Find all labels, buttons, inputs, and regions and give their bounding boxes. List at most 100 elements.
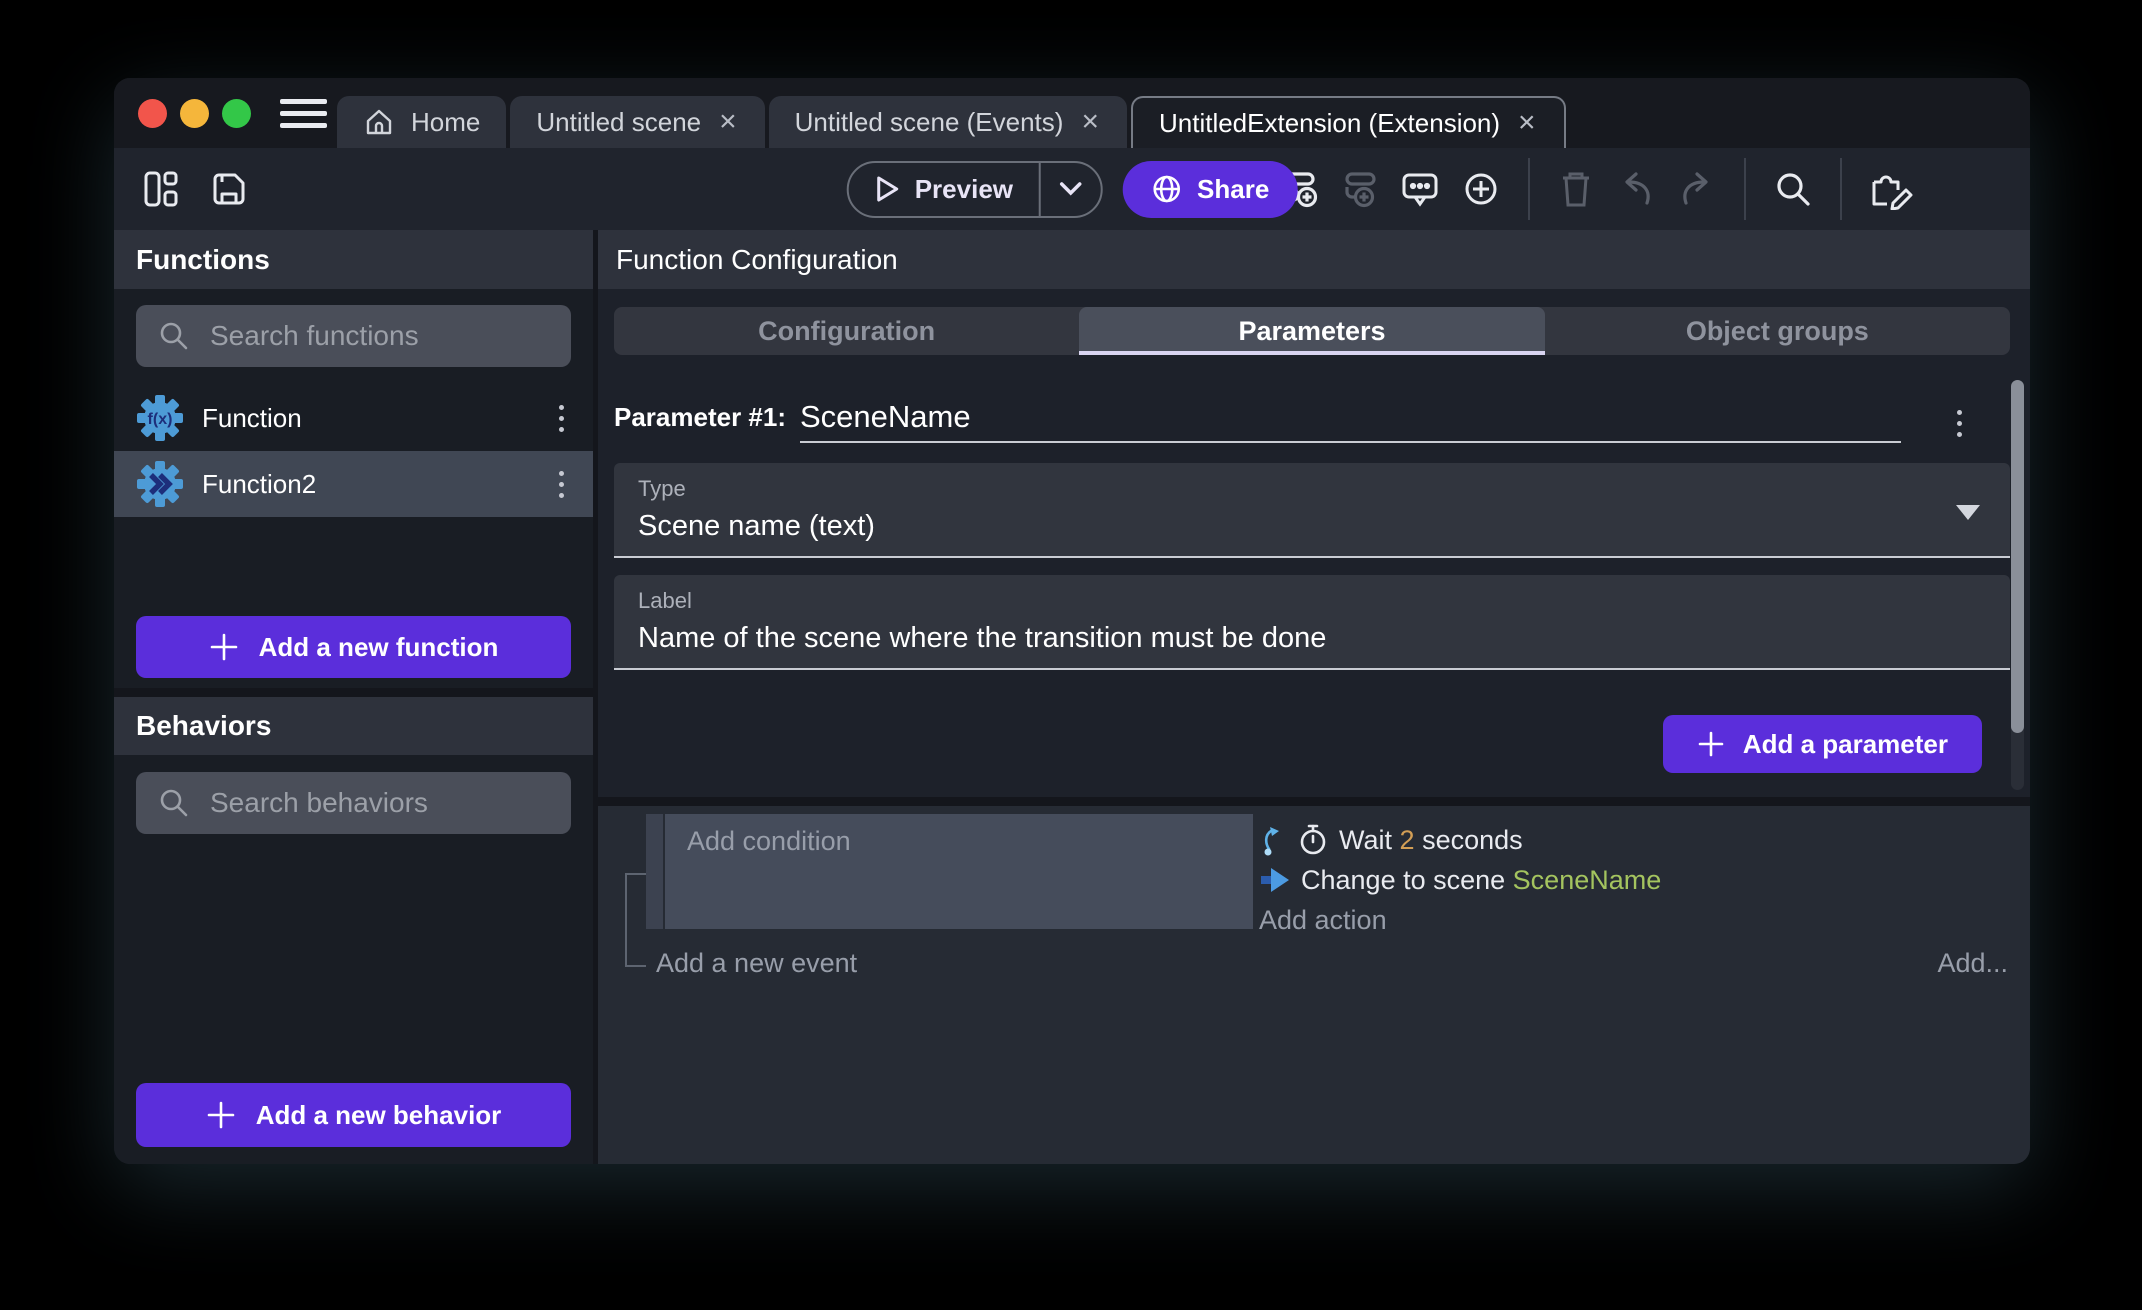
event-drag-handle[interactable]	[646, 814, 663, 929]
home-icon	[363, 106, 395, 138]
function-name: Function2	[202, 469, 531, 500]
event-block[interactable]: Add condition	[646, 814, 1253, 929]
add-element-icon[interactable]	[1461, 169, 1501, 209]
change-scene-action-row[interactable]: Change to scene SceneName	[1259, 860, 1661, 900]
preview-button[interactable]: Preview	[849, 174, 1039, 205]
plus-icon	[206, 1100, 236, 1130]
share-label: Share	[1197, 174, 1269, 205]
open-projects-panel-icon[interactable]	[140, 168, 182, 210]
dropdown-caret-icon	[1956, 505, 1980, 520]
parameter-label: Parameter #1:	[614, 402, 786, 443]
functions-panel: Search functions	[114, 289, 593, 688]
tab-bar: Home Untitled scene × Untitled scene (Ev…	[337, 96, 1566, 148]
tab-label: UntitledExtension (Extension)	[1159, 108, 1500, 139]
behaviors-title: Behaviors	[136, 710, 271, 742]
search-functions-input[interactable]: Search functions	[136, 305, 571, 367]
parameter-name-value: SceneName	[800, 399, 971, 435]
add-function-label: Add a new function	[259, 632, 499, 663]
search-icon[interactable]	[1773, 169, 1813, 209]
sidebar: Functions Search functions	[114, 230, 593, 1164]
divider	[1840, 158, 1842, 220]
actions-panel: Wait 2 seconds Change to scene SceneName…	[1259, 820, 1661, 940]
parameter-kebab-menu-icon[interactable]	[1947, 410, 1971, 437]
kebab-menu-icon[interactable]	[549, 405, 573, 432]
add-more-link[interactable]: Add...	[1937, 948, 2008, 979]
preview-options-button[interactable]	[1041, 181, 1101, 197]
tab-label: Home	[411, 107, 480, 138]
add-condition-link[interactable]: Add condition	[687, 826, 851, 856]
type-select[interactable]: Type Scene name (text)	[614, 463, 2010, 558]
search-icon	[158, 320, 190, 352]
share-button[interactable]: Share	[1123, 161, 1297, 218]
divider	[1744, 158, 1746, 220]
function-list-item[interactable]: f(x) Function	[114, 385, 593, 451]
tab-home[interactable]: Home	[337, 96, 506, 148]
close-window-button[interactable]	[138, 99, 167, 128]
tab-configuration[interactable]: Configuration	[614, 307, 1079, 355]
add-function-button[interactable]: Add a new function	[136, 616, 571, 678]
function-list-item-selected[interactable]: Function2	[114, 451, 593, 517]
close-tab-icon[interactable]: ×	[1516, 108, 1538, 138]
add-parameter-label: Add a parameter	[1743, 729, 1948, 760]
behaviors-panel: Search behaviors Add a new behavior	[114, 755, 593, 1164]
functions-title: Functions	[136, 244, 270, 276]
toolbar: Preview Share	[114, 148, 2030, 230]
main-menu-icon[interactable]	[280, 78, 327, 148]
delete-icon[interactable]	[1557, 169, 1595, 209]
tab-untitled-scene[interactable]: Untitled scene ×	[510, 96, 764, 148]
behaviors-panel-header: Behaviors	[114, 697, 593, 755]
save-icon[interactable]	[208, 168, 250, 210]
search-behaviors-placeholder: Search behaviors	[210, 787, 428, 819]
tab-untitled-scene-events[interactable]: Untitled scene (Events) ×	[769, 96, 1127, 148]
edit-extension-icon[interactable]	[1869, 168, 1913, 210]
label-label: Label	[638, 588, 1986, 614]
plus-icon	[209, 632, 239, 662]
divider	[598, 797, 2030, 806]
async-icon	[1259, 823, 1287, 857]
add-subevent-icon[interactable]	[1339, 169, 1379, 209]
function-icon: f(x)	[136, 394, 184, 442]
toolbar-left	[140, 168, 250, 210]
events-sheet: Add condition	[598, 806, 2030, 1164]
minimize-window-button[interactable]	[180, 99, 209, 128]
tab-untitled-extension[interactable]: UntitledExtension (Extension) ×	[1131, 96, 1566, 148]
add-comment-icon[interactable]	[1400, 169, 1440, 209]
scrollbar-thumb[interactable]	[2011, 380, 2024, 733]
tab-label: Untitled scene (Events)	[795, 107, 1064, 138]
globe-icon	[1151, 173, 1183, 205]
screen: Home Untitled scene × Untitled scene (Ev…	[0, 0, 2142, 1310]
redo-icon[interactable]	[1677, 170, 1717, 208]
conditions-panel[interactable]: Add condition	[665, 814, 1253, 929]
close-tab-icon[interactable]: ×	[717, 107, 739, 137]
type-label: Type	[638, 476, 1986, 502]
titlebar: Home Untitled scene × Untitled scene (Ev…	[114, 78, 2030, 148]
wait-action-row[interactable]: Wait 2 seconds	[1259, 820, 1661, 860]
window-controls	[138, 78, 251, 148]
parameter-name-input[interactable]: SceneName	[800, 399, 1901, 443]
scrollbar-track[interactable]	[2011, 380, 2024, 790]
tab-label: Untitled scene	[536, 107, 701, 138]
search-behaviors-input[interactable]: Search behaviors	[136, 772, 571, 834]
add-behavior-button[interactable]: Add a new behavior	[136, 1083, 571, 1147]
tab-parameters[interactable]: Parameters	[1079, 307, 1544, 355]
add-parameter-button[interactable]: Add a parameter	[1663, 715, 1982, 773]
parameter-row: Parameter #1: SceneName	[614, 399, 2010, 443]
kebab-menu-icon[interactable]	[549, 471, 573, 498]
add-new-event-link[interactable]: Add a new event	[656, 948, 857, 979]
function-configuration-header: Function Configuration	[598, 230, 2030, 289]
page-title: Function Configuration	[616, 244, 898, 276]
svg-text:f(x): f(x)	[148, 411, 173, 428]
event-bracket	[625, 873, 646, 967]
add-action-link[interactable]: Add action	[1259, 900, 1661, 940]
wait-seconds-value: 2	[1400, 825, 1415, 855]
preview-split-button: Preview	[847, 161, 1103, 218]
label-input[interactable]: Label Name of the scene where the transi…	[614, 575, 2010, 670]
tab-object-groups[interactable]: Object groups	[1545, 307, 2010, 355]
undo-icon[interactable]	[1616, 170, 1656, 208]
timer-icon	[1297, 823, 1329, 857]
close-tab-icon[interactable]: ×	[1079, 107, 1101, 137]
toolbar-right	[1278, 158, 1913, 220]
toolbar-center: Preview Share	[847, 161, 1298, 218]
window-body: Functions Search functions	[114, 230, 2030, 1164]
zoom-window-button[interactable]	[222, 99, 251, 128]
